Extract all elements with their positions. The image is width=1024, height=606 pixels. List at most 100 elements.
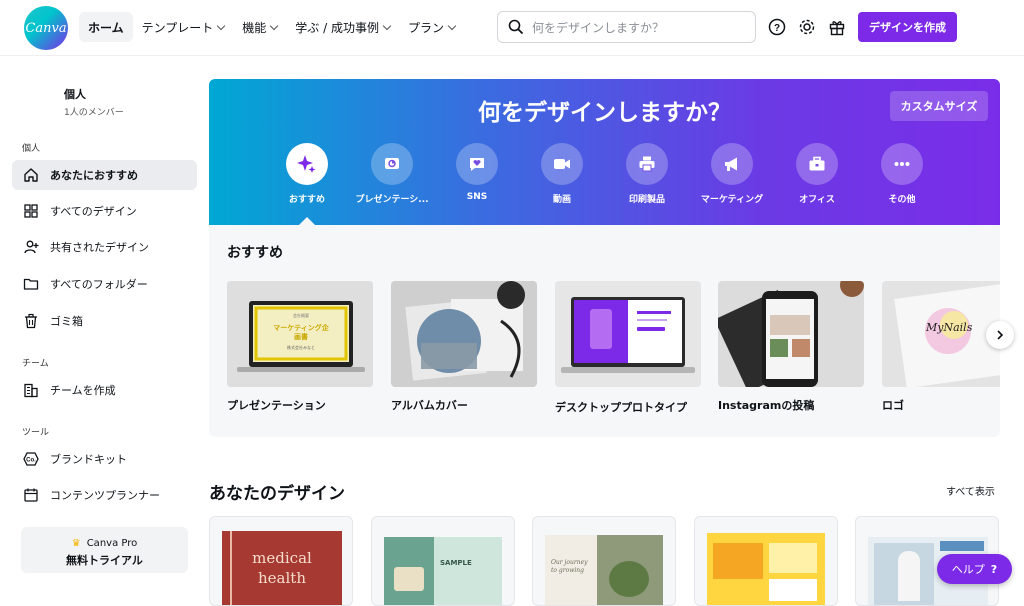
sidebar-item-label: 共有されたデザイン [50,241,149,254]
logo-thumb-text: MyNails [926,321,973,334]
sidebar: 個人 1人のメンバー 個人 あなたにおすすめ すべてのデザイン 共有されたデザイ… [0,56,210,597]
category-label: 動画 [552,195,571,205]
hero-title: 何をデザインしますか？ [478,100,731,126]
sidebar-item-all-designs[interactable]: すべてのデザイン [12,196,197,226]
section-label-personal: 個人 [22,144,41,154]
nav-features-label: 機能 [242,20,267,35]
help-circle-icon[interactable]: ? [766,16,788,38]
medical-thumb-line1: medical [252,549,312,567]
sidebar-item-shared[interactable]: 共有されたデザイン [12,232,197,262]
megaphone-icon [711,143,753,185]
template-card-instagram-post[interactable]: Instagramの投稿 [718,281,864,413]
chevron-down-icon [382,21,392,30]
help-button[interactable]: ヘルプ ? [937,554,1012,584]
category-more[interactable]: その他 [862,143,942,205]
nav-home[interactable]: ホーム [79,12,133,42]
calendar-icon [22,486,40,504]
brand-kit-icon: Co. [22,450,40,468]
medical-thumbnail: medical health [222,531,342,605]
top-bar: Canva ホーム テンプレート 機能 学ぶ / 成功事例 プラン 何をデザイン… [0,0,1024,56]
category-sns[interactable]: SNS [437,143,517,202]
sidebar-item-for-you[interactable]: あなたにおすすめ [12,160,197,190]
sidebar-item-label: チームを作成 [50,384,116,397]
category-presentation[interactable]: プレゼンテーシ... [352,143,432,205]
sidebar-item-create-team[interactable]: チームを作成 [12,375,197,405]
sidebar-item-brand-kit[interactable]: Co. ブランドキット [12,444,197,474]
sidebar-item-label: すべてのフォルダー [50,278,148,291]
chevron-right-icon [997,330,1004,340]
logo-thumbnail: MyNails [882,281,1000,387]
see-all-link[interactable]: すべて表示 [946,483,995,498]
sidebar-item-label: あなたにおすすめ [50,169,138,182]
nav-plans[interactable]: プラン [399,12,464,42]
template-card-logo[interactable]: MyNails ロゴ [882,281,1000,413]
design-card-medical[interactable]: medical health [209,516,353,606]
category-office[interactable]: オフィス [777,143,857,205]
gardening-thumb-text: Our journey to growing [551,559,588,574]
pres-thumb-title: マーケティング企画書 [273,324,329,341]
canva-pro-trial-button[interactable]: ♛ Canva Pro 無料トライアル [21,527,188,573]
flyer-thumbnail [707,533,825,605]
sidebar-item-label: コンテンツプランナー [50,489,160,502]
nav-learn[interactable]: 学ぶ / 成功事例 [286,12,399,42]
category-label: オフィス [799,195,835,205]
instagram-post-thumbnail [718,281,864,387]
svg-text:?: ? [774,23,780,34]
your-designs-title: あなたのデザイン [209,484,345,504]
search-icon [508,19,524,35]
card-label: デスクトッププロトタイプ [555,401,687,414]
category-video[interactable]: 動画 [522,143,602,205]
nav-learn-label: 学ぶ / 成功事例 [295,20,379,35]
album-cover-thumbnail [391,281,537,387]
design-card-flyer[interactable] [694,516,838,606]
desktop-prototype-thumbnail [555,281,701,387]
sample-thumb-text: SAMPLE [440,559,472,567]
sample-thumbnail: SAMPLE [384,537,502,605]
gardening-thumbnail: Our journey to growing [545,535,663,605]
custom-size-button[interactable]: カスタムサイズ [890,91,988,121]
template-card-album-cover[interactable]: アルバムカバー [391,281,537,413]
category-print[interactable]: 印刷製品 [607,143,687,205]
more-dots-icon [881,143,923,185]
shared-users-icon [22,238,40,256]
logo-text: Canva [25,20,67,36]
trash-icon [22,312,40,330]
design-card-sample[interactable]: SAMPLE [371,516,515,606]
template-card-presentation[interactable]: 会社概要 マーケティング企画書 株式会社みなと プレゼンテーション [227,281,373,413]
category-label: おすすめ [288,195,325,205]
nav-home-label: ホーム [88,20,124,35]
gear-icon[interactable] [796,16,818,38]
search-placeholder: 何をデザインしますか？ [532,20,665,35]
category-marketing[interactable]: マーケティング [692,143,772,205]
folder-icon [22,275,40,293]
card-label: アルバムカバー [391,399,468,412]
design-card-gardening[interactable]: Our journey to growing [532,516,676,606]
template-card-desktop-prototype[interactable]: デスクトッププロトタイプ [555,281,701,415]
chevron-down-icon [217,21,226,30]
svg-text:Co.: Co. [26,458,36,464]
sparkle-icon [286,143,328,185]
nav-features[interactable]: 機能 [233,12,286,42]
team-name: 個人 [64,88,86,101]
sidebar-item-label: すべてのデザイン [50,205,137,218]
grid-icon [22,202,40,220]
category-label: プレゼンテーシ... [355,195,429,205]
search-input[interactable]: 何をデザインしますか？ [497,11,756,43]
category-recommended[interactable]: おすすめ [267,143,347,205]
custom-size-label: カスタムサイズ [900,100,978,113]
printer-icon [626,143,668,185]
card-label: Instagramの投稿 [718,399,815,412]
create-design-label: デザインを作成 [869,21,946,34]
carousel-next-button[interactable] [986,321,1014,349]
sidebar-item-content-planner[interactable]: コンテンツプランナー [12,480,197,510]
card-label: ロゴ [882,399,904,412]
category-label: 印刷製品 [628,195,665,205]
create-design-button[interactable]: デザインを作成 [858,12,957,42]
gift-icon[interactable] [826,16,848,38]
nav-templates[interactable]: テンプレート [133,12,234,42]
sidebar-item-folders[interactable]: すべてのフォルダー [12,269,197,299]
canva-logo[interactable]: Canva [24,6,68,50]
section-label-team: チーム [22,359,49,369]
presentation-thumbnail: 会社概要 マーケティング企画書 株式会社みなと [227,281,373,387]
sidebar-item-trash[interactable]: ゴミ箱 [12,306,197,336]
